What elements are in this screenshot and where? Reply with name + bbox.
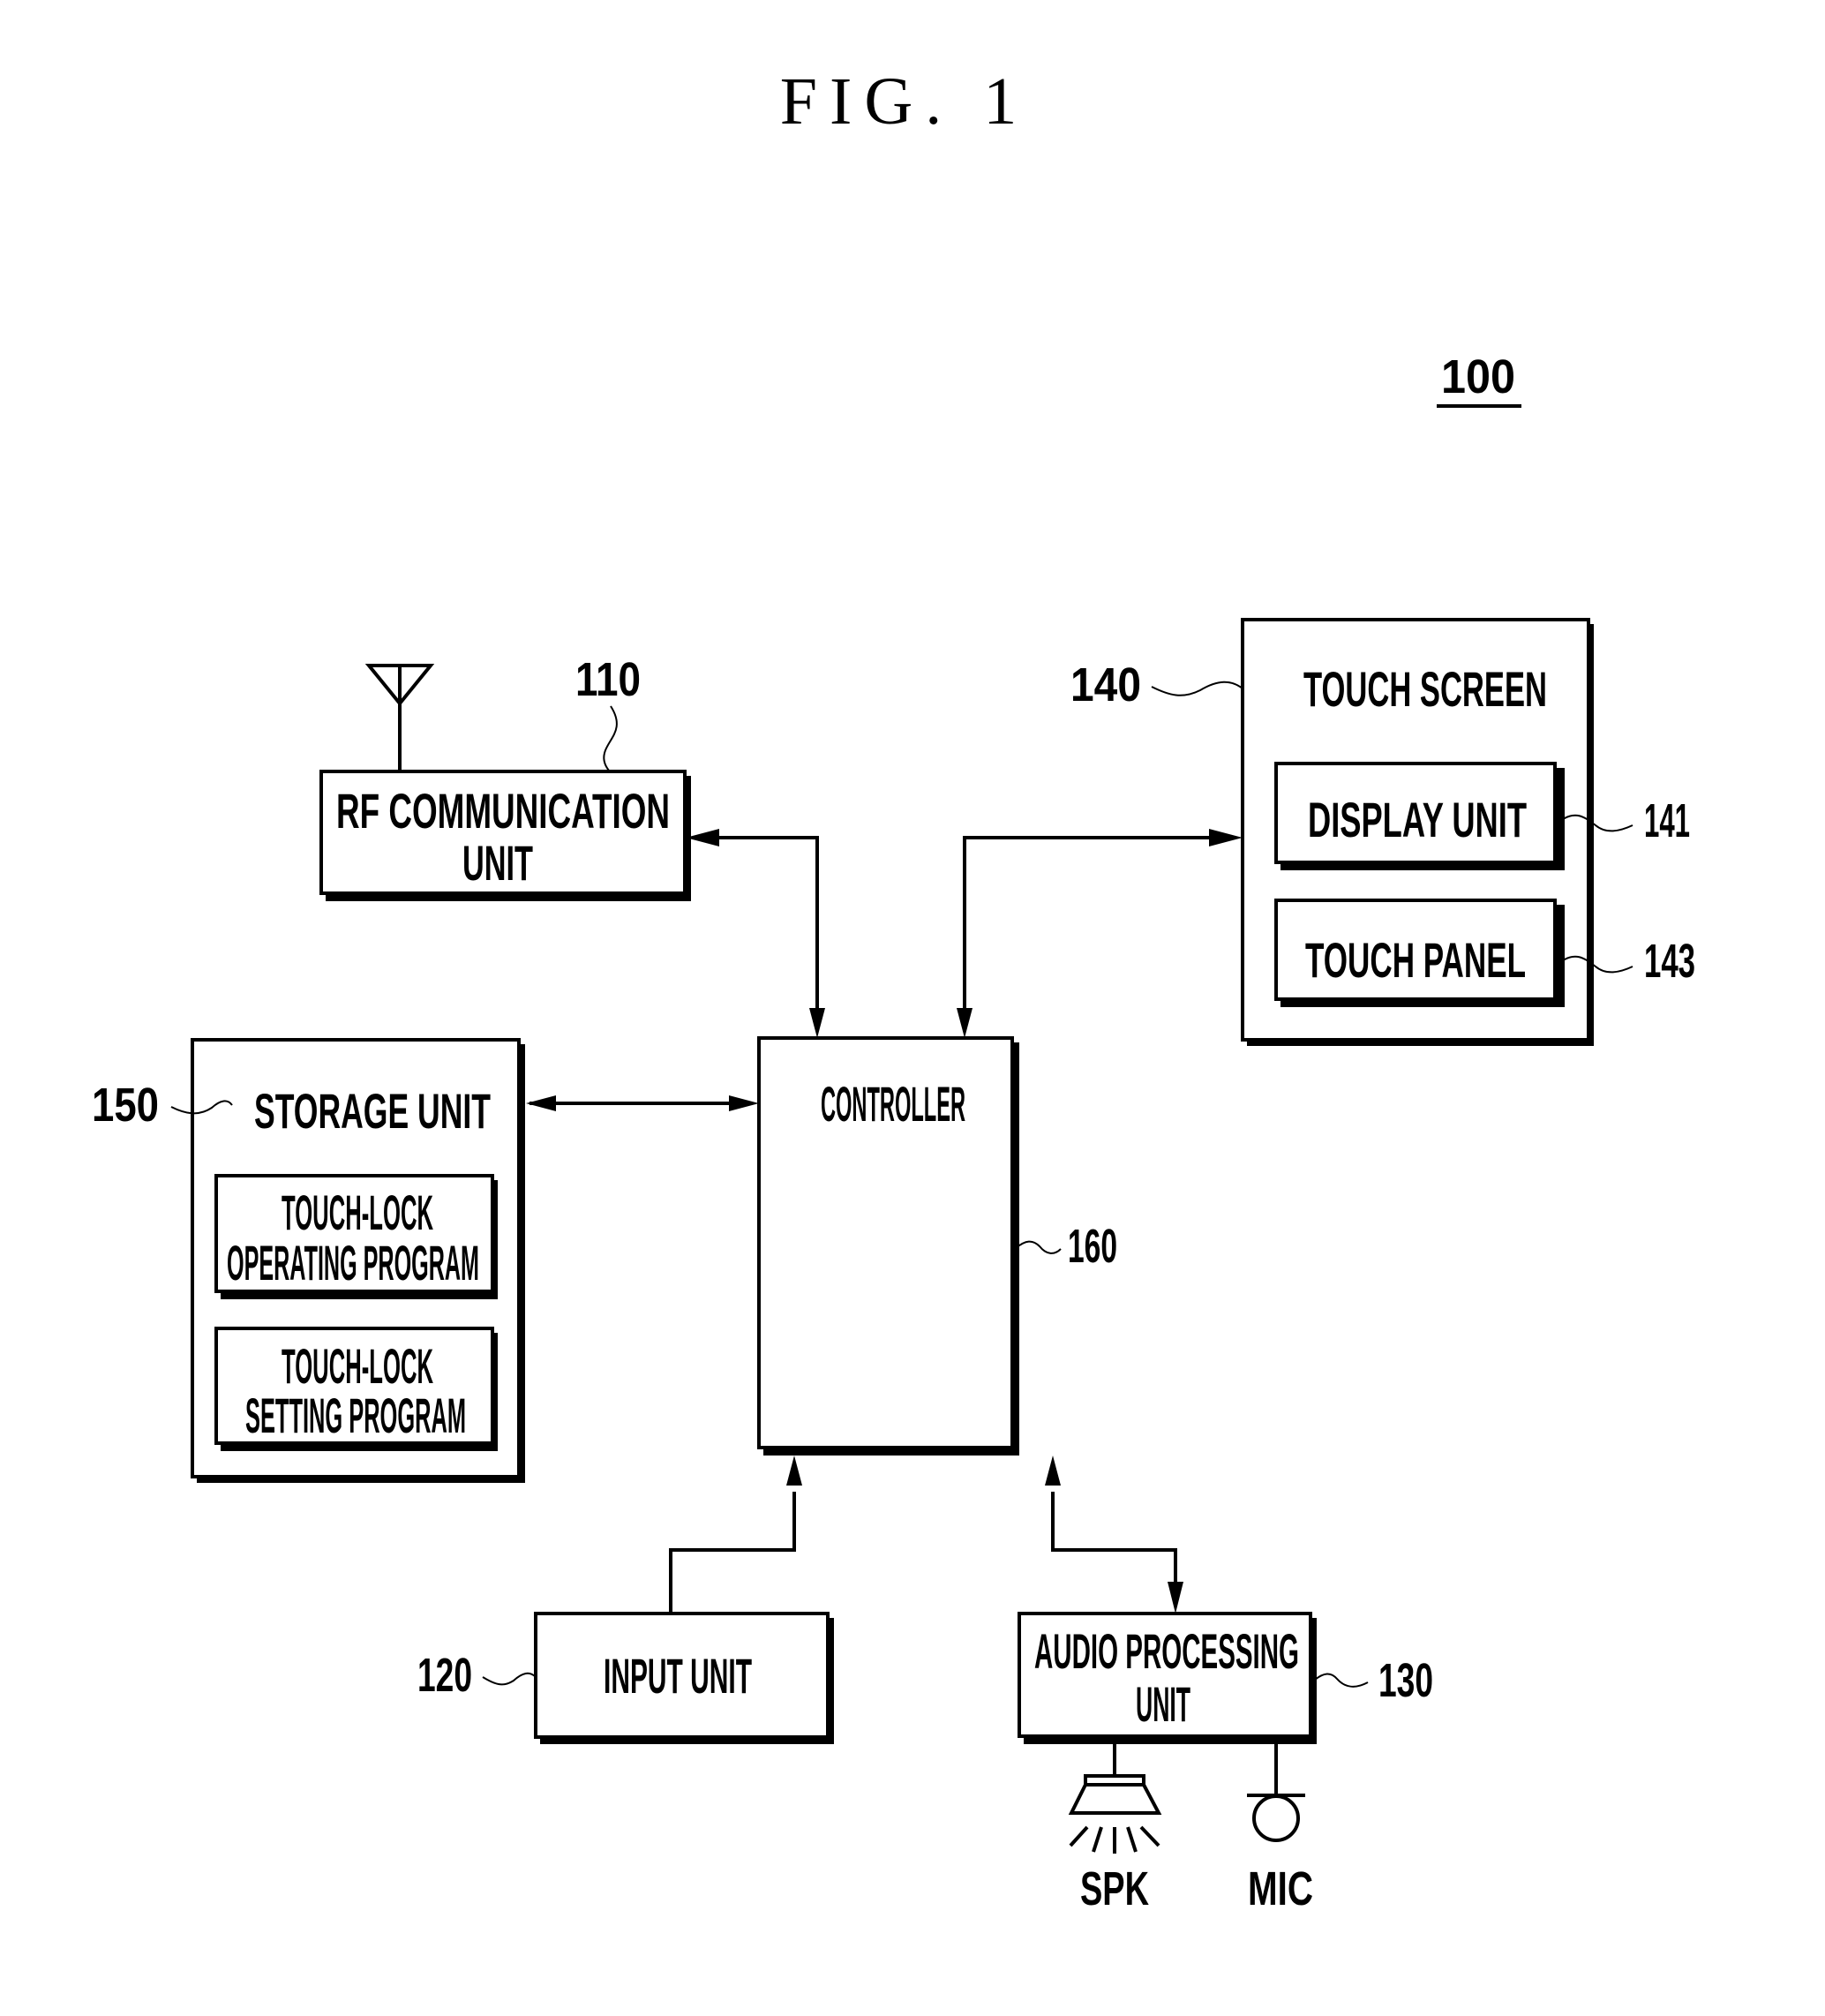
device-ref-label: 100 xyxy=(1441,350,1515,403)
arrowhead-to-controller xyxy=(957,1008,973,1038)
touch-panel-label: TOUCH PANEL xyxy=(1305,932,1526,988)
input-unit: INPUT UNIT 120 xyxy=(417,1612,834,1744)
rf-ref-label: 110 xyxy=(575,653,641,706)
operating-program-line1: TOUCH-LOCK xyxy=(282,1185,433,1240)
arrowhead-to-controller xyxy=(1045,1456,1061,1486)
controller: CONTROLLER 160 xyxy=(757,1036,1117,1456)
setting-program-line1: TOUCH-LOCK xyxy=(282,1338,433,1394)
controller-ref-label: 160 xyxy=(1068,1220,1117,1273)
touch-screen-ref-label: 140 xyxy=(1070,658,1141,711)
arrowhead-to-audio xyxy=(1168,1582,1183,1614)
rf-label-line1: RF COMMUNICATION xyxy=(336,783,670,839)
arrowhead-to-touchscreen xyxy=(1209,829,1243,846)
storage-unit: STORAGE UNIT 150 TOUCH-LOCK OPERATING PR… xyxy=(92,1038,525,1483)
input-leader-line xyxy=(482,1672,537,1686)
storage-ref-label: 150 xyxy=(92,1079,159,1132)
touch-lock-operating-program: TOUCH-LOCK OPERATING PROGRAM xyxy=(214,1174,498,1299)
audio-label-line2: UNIT xyxy=(1136,1676,1190,1732)
operating-program-line2: OPERATING PROGRAM xyxy=(227,1235,479,1290)
controller-label: CONTROLLER xyxy=(821,1076,965,1132)
input-controller-connector xyxy=(669,1456,802,1614)
touch-screen: TOUCH SCREEN 140 DISPLAY UNIT 141 TOUCH … xyxy=(1070,618,1695,1046)
antenna-icon xyxy=(364,664,435,771)
touch-screen-leader-line xyxy=(1151,681,1243,696)
controller-leader-line xyxy=(1015,1240,1062,1254)
audio-label-line1: AUDIO PROCESSING xyxy=(1034,1623,1299,1679)
storage-label: STORAGE UNIT xyxy=(254,1083,491,1139)
input-label: INPUT UNIT xyxy=(604,1648,752,1704)
touchscreen-controller-connector xyxy=(957,829,1243,1038)
setting-program-line2: SETTING PROGRAM xyxy=(245,1388,466,1443)
audio-ref-label: 130 xyxy=(1378,1654,1433,1707)
touch-screen-label: TOUCH SCREEN xyxy=(1303,661,1547,717)
rf-controller-connector xyxy=(686,829,825,1038)
speaker-icon xyxy=(1068,1742,1162,1854)
arrowhead-to-storage xyxy=(526,1095,556,1111)
microphone-icon xyxy=(1247,1742,1305,1842)
audio-processing-unit: AUDIO PROCESSING UNIT 130 SPK MIC xyxy=(1018,1612,1433,1915)
arrowhead-to-controller xyxy=(809,1008,825,1038)
rf-communication-unit: RF COMMUNICATION UNIT 110 xyxy=(319,653,691,901)
touch-lock-setting-program: TOUCH-LOCK SETTING PROGRAM xyxy=(214,1327,498,1451)
rf-label-line2: UNIT xyxy=(462,835,533,891)
display-unit-ref-label: 141 xyxy=(1644,794,1690,847)
block-diagram: FIG. 1 100 RF COMMUNICATION UNIT 110 TOU… xyxy=(92,64,1695,1915)
touch-panel-ref-label: 143 xyxy=(1644,935,1695,988)
audio-leader-line xyxy=(1314,1673,1369,1688)
arrowhead-to-controller xyxy=(729,1095,759,1111)
input-ref-label: 120 xyxy=(417,1649,472,1702)
arrowhead-to-controller xyxy=(786,1456,802,1486)
speaker-label: SPK xyxy=(1080,1862,1149,1915)
audio-controller-connector xyxy=(1045,1456,1183,1614)
figure-title: FIG. 1 xyxy=(780,64,1029,139)
display-unit-label: DISPLAY UNIT xyxy=(1308,792,1527,847)
rf-leader-line xyxy=(603,705,618,771)
microphone-label: MIC xyxy=(1248,1862,1313,1915)
storage-controller-connector xyxy=(526,1095,759,1111)
